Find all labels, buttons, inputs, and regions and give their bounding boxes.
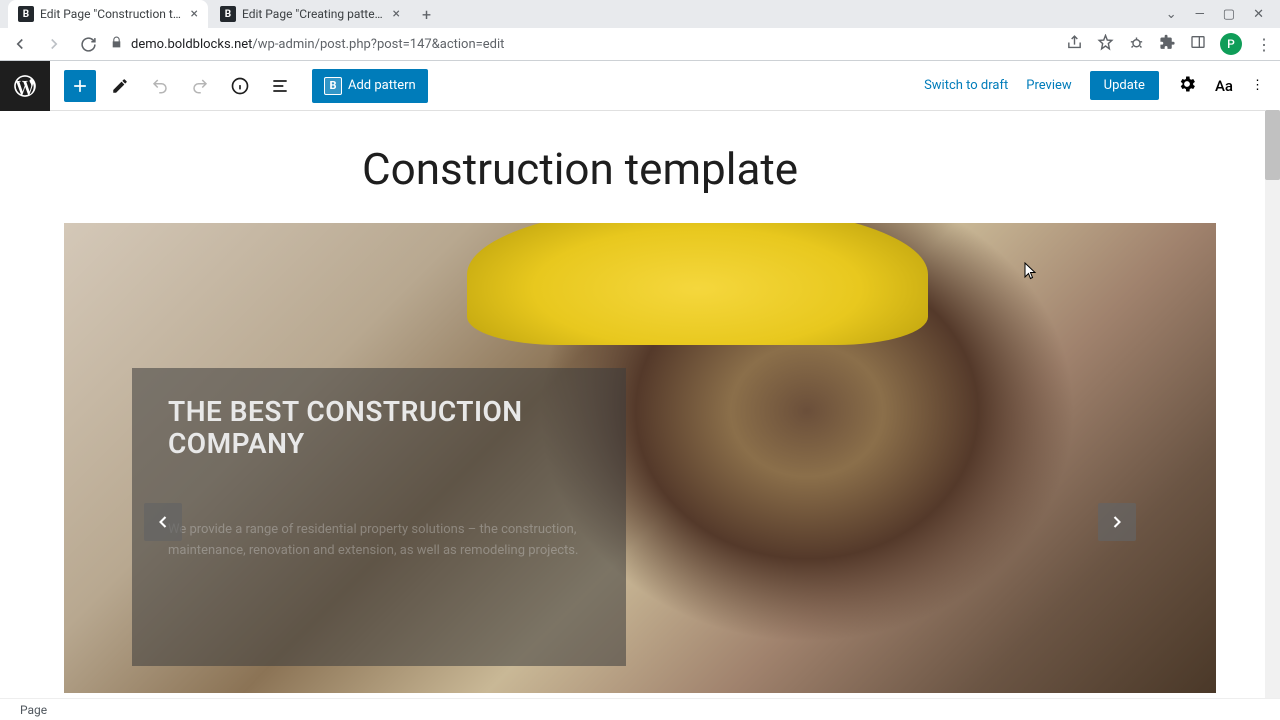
favicon-icon: B (220, 6, 236, 22)
typography-button[interactable]: Aa (1215, 77, 1233, 95)
add-pattern-label: Add pattern (348, 78, 416, 93)
share-icon[interactable] (1066, 34, 1083, 55)
page-title[interactable]: Construction template (0, 111, 1280, 223)
chevron-down-icon[interactable]: ⌄ (1166, 7, 1177, 22)
settings-icon[interactable] (1177, 74, 1197, 98)
hardhat-illustration (467, 223, 928, 345)
update-button[interactable]: Update (1090, 71, 1159, 100)
editor-canvas[interactable]: Construction template THE BEST CONSTRUCT… (0, 111, 1280, 699)
browser-tab[interactable]: B Edit Page "Creating patterns dire × (210, 0, 410, 28)
browser-chrome: B Edit Page "Construction template" × B … (0, 0, 1280, 61)
extensions-icon[interactable] (1159, 34, 1176, 55)
tools-button[interactable] (104, 70, 136, 102)
add-block-button[interactable] (64, 70, 96, 102)
back-button[interactable] (8, 32, 32, 56)
kebab-menu-icon[interactable]: ⋮ (1256, 35, 1272, 54)
breadcrumb[interactable]: Page (20, 703, 47, 717)
scrollbar-thumb[interactable] (1265, 110, 1280, 180)
hero-heading[interactable]: THE BEST CONSTRUCTION COMPANY (168, 396, 590, 460)
tab-title: Edit Page "Construction template" (40, 7, 185, 21)
window-controls: ⌄ — ▢ ✕ (1150, 7, 1280, 22)
switch-to-draft-button[interactable]: Switch to draft (924, 78, 1008, 93)
carousel-prev-button[interactable] (144, 503, 182, 541)
url-text: demo.boldblocks.net/wp-admin/post.php?po… (131, 37, 504, 52)
hero-block[interactable]: THE BEST CONSTRUCTION COMPANY We provide… (64, 223, 1216, 693)
hero-overlay-card[interactable]: THE BEST CONSTRUCTION COMPANY We provide… (132, 368, 626, 666)
forward-button[interactable] (42, 32, 66, 56)
pattern-icon: B (324, 77, 342, 95)
tab-strip: B Edit Page "Construction template" × B … (0, 0, 1280, 28)
preview-button[interactable]: Preview (1026, 78, 1071, 93)
minimize-icon[interactable]: — (1195, 7, 1205, 22)
status-bar: Page (0, 698, 1280, 720)
more-options-icon[interactable]: ⋮ (1251, 78, 1264, 93)
favicon-icon: B (18, 6, 34, 22)
maximize-icon[interactable]: ▢ (1223, 7, 1235, 22)
close-icon[interactable]: × (393, 6, 400, 22)
new-tab-button[interactable]: + (412, 5, 441, 24)
hero-body-text[interactable]: We provide a range of residential proper… (168, 520, 590, 562)
bookmark-icon[interactable] (1097, 34, 1114, 55)
wordpress-logo[interactable] (0, 61, 50, 111)
profile-avatar[interactable]: P (1220, 33, 1242, 55)
address-bar: demo.boldblocks.net/wp-admin/post.php?po… (0, 28, 1280, 60)
carousel-next-button[interactable] (1098, 503, 1136, 541)
redo-button[interactable] (184, 70, 216, 102)
list-view-button[interactable] (264, 70, 296, 102)
undo-button[interactable] (144, 70, 176, 102)
tab-title: Edit Page "Creating patterns dire (242, 7, 387, 21)
close-window-icon[interactable]: ✕ (1253, 7, 1264, 22)
lock-icon (110, 36, 123, 52)
vertical-scrollbar[interactable] (1265, 110, 1280, 698)
browser-tab-active[interactable]: B Edit Page "Construction template" × (8, 0, 208, 28)
side-panel-icon[interactable] (1190, 34, 1206, 54)
bug-icon[interactable] (1128, 34, 1145, 55)
wp-editor-header: B Add pattern Switch to draft Preview Up… (0, 61, 1280, 111)
url-field[interactable]: demo.boldblocks.net/wp-admin/post.php?po… (110, 36, 1056, 52)
add-pattern-button[interactable]: B Add pattern (312, 69, 428, 103)
reload-button[interactable] (76, 32, 100, 56)
details-button[interactable] (224, 70, 256, 102)
close-icon[interactable]: × (191, 6, 198, 22)
